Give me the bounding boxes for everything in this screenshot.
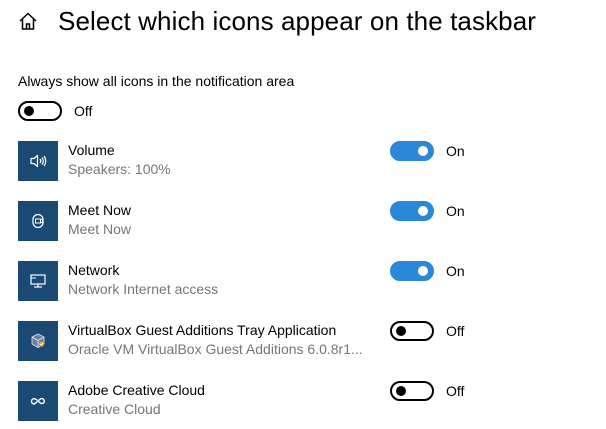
item-name: Adobe Creative Cloud — [68, 382, 205, 398]
network-toggle[interactable] — [390, 261, 434, 281]
toggle-state: Off — [446, 383, 465, 399]
list-item-network: Network Network Internet access On — [18, 261, 578, 303]
item-name: Volume — [68, 142, 115, 158]
toggle-knob — [418, 206, 428, 216]
toggle-state: Off — [446, 323, 465, 339]
item-name: Meet Now — [68, 202, 132, 218]
page-title: Select which icons appear on the taskbar — [58, 5, 537, 36]
virtualbox-toggle[interactable] — [390, 321, 434, 341]
page-header: Select which icons appear on the taskbar — [17, 4, 536, 38]
always-show-toggle[interactable] — [18, 101, 62, 121]
home-icon[interactable] — [17, 10, 39, 32]
toggle-state: On — [446, 143, 465, 159]
list-item-volume: Volume Speakers: 100% On — [18, 141, 578, 183]
toggle-knob — [396, 326, 406, 336]
toggle-knob — [418, 266, 428, 276]
always-show-state: Off — [74, 103, 93, 119]
always-show-label: Always show all icons in the notificatio… — [18, 73, 295, 89]
item-subtitle: Network Internet access — [68, 281, 219, 297]
network-icon — [18, 261, 58, 301]
meet-now-toggle[interactable] — [390, 201, 434, 221]
list-item-virtualbox: VirtualBox Guest Additions Tray Applicat… — [18, 321, 578, 363]
toggle-state: On — [446, 203, 465, 219]
adobe-creative-cloud-toggle[interactable] — [390, 381, 434, 401]
toggle-knob — [418, 146, 428, 156]
list-item-adobe-creative-cloud: Adobe Creative Cloud Creative Cloud Off — [18, 381, 578, 423]
meet-now-icon — [18, 201, 58, 241]
item-subtitle: Meet Now — [68, 221, 132, 237]
always-show-toggle-row: Off — [18, 101, 92, 121]
toggle-knob — [24, 106, 34, 116]
volume-toggle[interactable] — [390, 141, 434, 161]
item-name: Network — [68, 262, 120, 278]
speaker-icon — [18, 141, 58, 181]
virtualbox-icon — [18, 321, 58, 361]
toggle-knob — [396, 386, 406, 396]
list-item-meet-now: Meet Now Meet Now On — [18, 201, 578, 243]
item-subtitle: Creative Cloud — [68, 401, 161, 417]
creative-cloud-icon — [18, 381, 58, 421]
item-name: VirtualBox Guest Additions Tray Applicat… — [68, 322, 337, 338]
item-subtitle: Speakers: 100% — [68, 161, 171, 177]
item-subtitle: Oracle VM VirtualBox Guest Additions 6.0… — [68, 341, 363, 357]
toggle-state: On — [446, 263, 465, 279]
